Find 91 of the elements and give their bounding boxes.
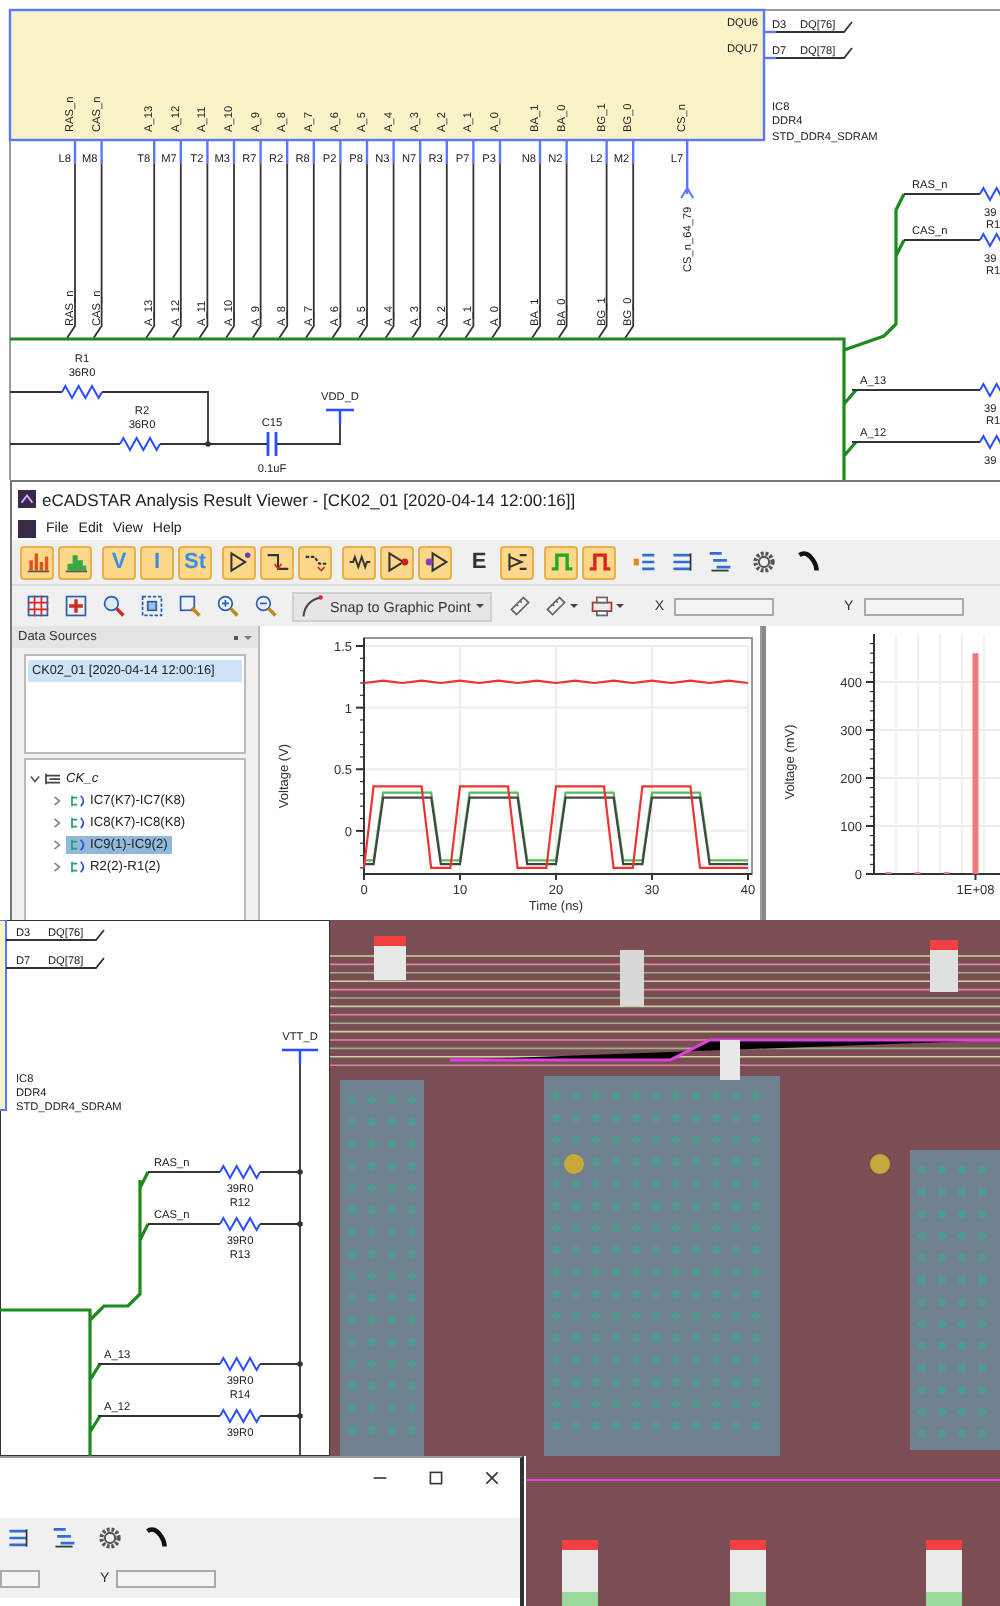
resistor-symbol <box>61 383 103 401</box>
ruler-icon <box>544 594 569 618</box>
settings-icon <box>751 550 775 574</box>
toolbar-button[interactable] <box>500 545 534 579</box>
pin-line <box>680 140 695 199</box>
curve-icon <box>300 594 324 618</box>
resistor-symbol <box>979 433 1000 451</box>
x-axis <box>873 873 1000 881</box>
resistor-symbol <box>979 381 1000 399</box>
app-icon <box>18 490 36 508</box>
chevron-icon[interactable] <box>52 818 62 828</box>
caret-icon <box>476 602 485 610</box>
resistor-symbol <box>979 185 1000 203</box>
pin-icon[interactable] <box>232 633 240 641</box>
resistor-symbol <box>219 1407 261 1425</box>
toolbar-button[interactable] <box>222 545 256 579</box>
connection-icon <box>70 838 88 852</box>
list-icon <box>5 1526 29 1550</box>
pin-line <box>764 47 853 60</box>
phone-icon <box>143 1526 167 1550</box>
junction-dot <box>297 1169 303 1175</box>
x-coordinate-field[interactable] <box>0 1569 40 1587</box>
magnifier-icon <box>177 594 201 618</box>
list-icon <box>631 550 655 574</box>
maximize-icon[interactable] <box>428 1470 444 1486</box>
chevron-icon[interactable] <box>30 774 40 784</box>
caret-icon[interactable] <box>244 633 252 641</box>
resistor-symbol <box>219 1215 261 1233</box>
junction-dot <box>297 1413 303 1419</box>
app-icon <box>18 519 36 537</box>
dashed-step-icon <box>303 550 327 574</box>
histogram-icon <box>63 550 87 574</box>
list-icon <box>707 550 731 574</box>
triangle-icon <box>227 550 251 574</box>
net-icon <box>44 772 62 786</box>
settings-icon <box>97 1526 121 1550</box>
caret-icon <box>616 602 625 610</box>
connection-icon <box>70 794 88 808</box>
y-coordinate-field[interactable] <box>115 1569 216 1587</box>
pin-line <box>5 957 105 969</box>
printer-icon <box>590 594 615 618</box>
chevron-icon[interactable] <box>52 796 62 806</box>
resistor-symbol <box>119 435 161 453</box>
toolbar-button[interactable] <box>342 545 376 579</box>
crosshair-icon <box>63 594 87 618</box>
bar-chart-icon <box>25 550 49 574</box>
wire <box>903 193 981 195</box>
x-coordinate-field[interactable] <box>674 597 774 615</box>
resistor-symbol <box>979 231 1000 249</box>
junction-dot <box>205 441 211 447</box>
list-icon <box>51 1526 75 1550</box>
resistor-icon <box>347 550 371 574</box>
toolbar-button[interactable]: E <box>462 545 496 579</box>
pulse-icon <box>549 550 573 574</box>
frame-icon <box>139 594 163 618</box>
buffer-icon <box>385 550 409 574</box>
zoom-out-icon <box>253 594 277 618</box>
power-symbol <box>280 1048 320 1066</box>
pin-line <box>764 21 853 34</box>
connection-icon <box>70 860 88 874</box>
resistor-symbol <box>219 1355 261 1373</box>
magnifier-icon <box>101 594 125 618</box>
toolbar-button[interactable] <box>418 545 452 579</box>
capacitor-symbol <box>266 430 278 458</box>
toolbar-button[interactable] <box>260 545 294 579</box>
window-title: eCADSTAR Analysis Result Viewer - [CK02_01 [2020-04-14 12:00:16]] <box>42 489 576 509</box>
junction-dot <box>297 1221 303 1227</box>
caret-icon <box>570 602 579 610</box>
list-icon <box>669 550 693 574</box>
step-icon <box>265 550 289 574</box>
wire <box>851 441 981 443</box>
ruler-icon <box>507 594 532 618</box>
wire <box>851 389 981 391</box>
connection-icon <box>70 816 88 830</box>
pin-line <box>5 929 105 941</box>
grid-icon <box>25 594 49 618</box>
resistor-symbol <box>219 1163 261 1181</box>
phone-icon <box>795 550 819 574</box>
toolbar-button[interactable] <box>380 545 414 579</box>
chevron-icon[interactable] <box>52 840 62 850</box>
chevron-icon[interactable] <box>52 862 62 872</box>
compare-icon <box>505 550 529 574</box>
wire <box>903 239 981 241</box>
receiver-icon <box>423 550 447 574</box>
power-symbol <box>324 408 356 426</box>
toolbar-button[interactable] <box>298 545 332 579</box>
junction-dot <box>297 1361 303 1367</box>
close-icon[interactable] <box>484 1470 500 1486</box>
pulse-icon <box>587 550 611 574</box>
zoom-in-icon <box>215 594 239 618</box>
y-coordinate-field[interactable] <box>863 597 964 615</box>
